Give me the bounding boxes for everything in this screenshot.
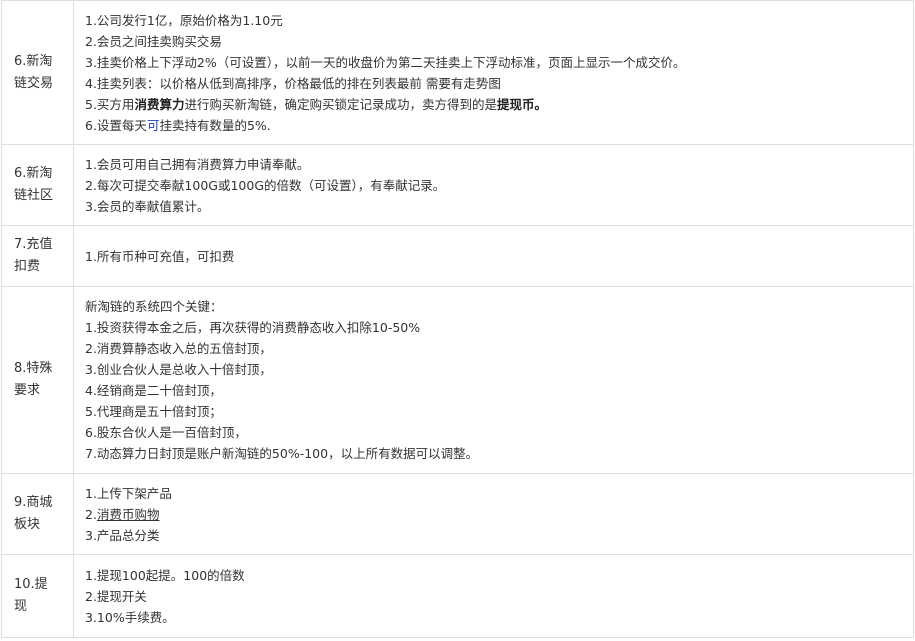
row-label-line: 链交易 — [14, 75, 54, 91]
bold-text: 消费算力 — [134, 96, 185, 112]
row-label: 6.新淘 链社区 — [2, 163, 73, 207]
table-row: 7.充值 扣费 1.所有币种可充值，可扣费 — [1, 225, 914, 287]
row-label-line: 10.提 — [14, 577, 48, 592]
content-line: 2.提现开关 — [85, 588, 147, 604]
content-line: 3.挂卖价格上下浮动2%（可设置），以前一天的收盘价为第二天挂卖上下浮动标准，页… — [85, 54, 686, 70]
content-line: 7.动态算力日封顶是账户新淘链的50%-100，以上所有数据可以调整。 — [85, 446, 479, 461]
row-label-line: 要求 — [14, 383, 41, 398]
content-line: 4.挂卖列表：以价格从低到高排序，价格最低的排在列表最前 需要有走势图 — [85, 75, 501, 91]
row-label: 9.商城 板块 — [2, 492, 73, 536]
row-label-cell: 6.新淘 链社区 — [1, 144, 74, 226]
table-row: 9.商城 板块 1.上传下架产品 2.消费币购物 3.产品总分类 — [1, 473, 914, 555]
content-line: 新淘链的系统四个关键： — [85, 299, 223, 314]
content-line: 2.每次可提交奉献100G或100G的倍数（可设置），有奉献记录。 — [85, 177, 446, 193]
row-label-cell: 9.商城 板块 — [1, 473, 74, 555]
row-label-line: 板块 — [14, 517, 41, 532]
content-line: 1.上传下架产品 — [85, 485, 172, 501]
content-line: 4.经销商是二十倍封顶， — [85, 383, 222, 398]
table-row: 6.新淘 链交易 1.公司发行1亿，原始价格为1.10元 2.会员之间挂卖购买交… — [1, 0, 914, 145]
row-label: 8.特殊 要求 — [2, 358, 73, 402]
row-label-cell: 8.特殊 要求 — [1, 286, 74, 474]
row-content-cell: 新淘链的系统四个关键： 1.投资获得本金之后，再次获得的消费静态收入扣除10-5… — [73, 286, 914, 474]
row-content-cell: 1.所有币种可充值，可扣费 — [73, 225, 914, 287]
row-content-cell: 1.上传下架产品 2.消费币购物 3.产品总分类 — [73, 473, 914, 555]
content-line: 2.消费币购物 — [85, 504, 905, 525]
row-label: 10.提 现 — [2, 574, 73, 618]
row-label: 6.新淘 链交易 — [2, 51, 73, 95]
text-span: 2. — [85, 506, 97, 522]
bold-text: 提现币。 — [496, 96, 547, 112]
row-content-cell: 1.提现100起提。100的倍数 2.提现开关 3.10%手续费。 — [73, 554, 914, 638]
row-label-line: 8.特殊 — [14, 361, 53, 376]
row-label-line: 7.充值 — [14, 237, 53, 252]
row-label-line: 扣费 — [14, 259, 41, 274]
row-label-cell: 7.充值 扣费 — [1, 225, 74, 287]
content-line: 6.设置每天可挂卖持有数量的5%. — [85, 115, 905, 136]
content-line: 1.提现100起提。100的倍数 — [85, 567, 245, 583]
content-line: 3.10%手续费。 — [85, 609, 175, 625]
content-line: 2.消费算静态收入总的五倍封顶， — [85, 341, 272, 356]
table-row: 8.特殊 要求 新淘链的系统四个关键： 1.投资获得本金之后，再次获得的消费静态… — [1, 286, 914, 474]
content-line: 3.产品总分类 — [85, 527, 160, 543]
text-span: 5.买方用 — [85, 96, 135, 112]
row-label-line: 6.新淘 — [14, 166, 53, 181]
row-label-line: 链社区 — [14, 188, 54, 203]
row-label-line: 9.商城 — [14, 495, 53, 510]
row-label-cell: 10.提 现 — [1, 554, 74, 638]
content-line: 1.公司发行1亿，原始价格为1.10元 — [85, 12, 283, 28]
row-content-cell: 1.会员可用自己拥有消费算力申请奉献。 2.每次可提交奉献100G或100G的倍… — [73, 144, 914, 226]
underlined-text: 消费币购物 — [96, 506, 160, 522]
text-span: 挂卖持有数量的5%. — [159, 117, 271, 133]
content-line: 1.会员可用自己拥有消费算力申请奉献。 — [85, 156, 310, 172]
row-content-cell: 1.公司发行1亿，原始价格为1.10元 2.会员之间挂卖购买交易 3.挂卖价格上… — [73, 0, 914, 145]
content-line: 1.所有币种可充值，可扣费 — [85, 248, 235, 264]
content-line: 6.股东合伙人是一百倍封顶， — [85, 425, 247, 440]
content-line: 5.代理商是五十倍封顶； — [85, 404, 222, 419]
content-line: 3.会员的奉献值累计。 — [85, 198, 210, 214]
row-label: 7.充值 扣费 — [2, 234, 73, 278]
table-row: 6.新淘 链社区 1.会员可用自己拥有消费算力申请奉献。 2.每次可提交奉献10… — [1, 144, 914, 226]
row-label-line: 现 — [14, 599, 28, 614]
content-line: 2.会员之间挂卖购买交易 — [85, 33, 222, 49]
text-span: 进行购买新淘链，确定购买锁定记录成功，卖方得到的是 — [184, 96, 497, 112]
content-line: 1.投资获得本金之后，再次获得的消费静态收入扣除10-50% — [85, 320, 421, 335]
row-label-cell: 6.新淘 链交易 — [1, 0, 74, 145]
highlight-text: 可 — [146, 117, 160, 133]
content-line: 3.创业合伙人是总收入十倍封顶， — [85, 362, 272, 377]
text-span: 6.设置每天 — [85, 117, 147, 133]
requirements-table: 6.新淘 链交易 1.公司发行1亿，原始价格为1.10元 2.会员之间挂卖购买交… — [1, 0, 914, 638]
row-label-line: 6.新淘 — [14, 53, 53, 69]
table-row: 10.提 现 1.提现100起提。100的倍数 2.提现开关 3.10%手续费。 — [1, 554, 914, 638]
content-line: 5.买方用消费算力进行购买新淘链，确定购买锁定记录成功，卖方得到的是提现币。 — [85, 94, 905, 115]
